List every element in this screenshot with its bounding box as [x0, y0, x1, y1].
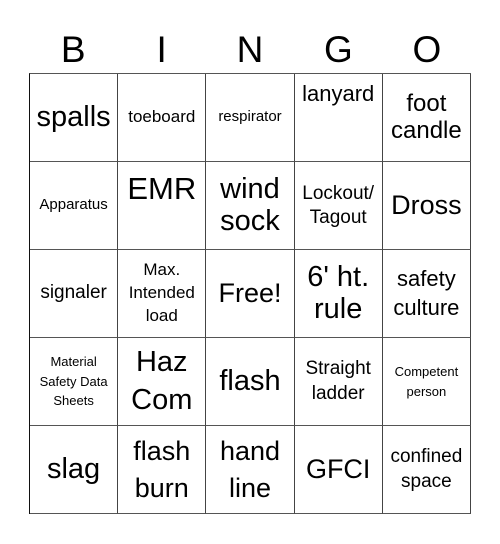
cell-text: lanyard [302, 81, 375, 106]
bingo-cell[interactable]: Max. Intended load [118, 250, 207, 338]
cell-text: safety culture [393, 265, 460, 320]
bingo-cell[interactable]: EMR [118, 162, 207, 250]
bingo-cell[interactable]: signaler [30, 250, 119, 338]
cell-text: flash [219, 364, 281, 397]
bingo-cell[interactable]: slag [30, 426, 119, 514]
cell-text: Competent person [394, 364, 459, 399]
bingo-cell[interactable]: 6' ht. rule [294, 250, 383, 338]
cell-text: confined space [390, 445, 463, 492]
cell-text: EMR [127, 171, 197, 206]
cell-text: toeboard [128, 107, 196, 127]
header-letter-o: O [412, 29, 442, 70]
cell-text: Max. Intended load [128, 260, 195, 325]
bingo-cell[interactable]: lanyard [294, 74, 383, 162]
bingo-cell[interactable]: flash burn [118, 426, 207, 514]
bingo-cell[interactable]: foot candle [382, 74, 471, 162]
cell-text: spalls [36, 100, 111, 133]
cell-text: hand line [219, 436, 281, 503]
bingo-cell[interactable]: hand line [206, 426, 295, 514]
bingo-cell[interactable]: Lockout/ Tagout [294, 162, 383, 250]
bingo-cell[interactable]: Straight ladder [294, 338, 383, 426]
cell-text: Free! [218, 277, 282, 308]
cell-text: foot candle [391, 90, 462, 144]
cell-text: wind sock [220, 172, 280, 237]
bingo-cell[interactable]: spalls [30, 74, 119, 162]
bingo-cell[interactable]: wind sock [206, 162, 295, 250]
cell-text: 6' ht. rule [307, 260, 370, 325]
bingo-cell[interactable]: respirator [206, 74, 295, 162]
cell-text: Dross [391, 189, 462, 220]
cell-text: Lockout/ Tagout [302, 182, 375, 228]
bingo-cell[interactable]: flash [206, 338, 295, 426]
bingo-cell[interactable]: Material Safety Data Sheets [30, 338, 119, 426]
cell-text: Haz Com [131, 345, 193, 416]
cell-text: Apparatus [39, 196, 108, 214]
cell-text: signaler [40, 282, 107, 304]
cell-text: flash burn [133, 436, 191, 503]
cell-text: slag [46, 452, 101, 485]
bingo-cell[interactable]: Free! [206, 250, 295, 338]
bingo-cell[interactable]: Dross [382, 162, 471, 250]
bingo-cell[interactable]: Haz Com [118, 338, 207, 426]
bingo-header: B I N G O [29, 28, 471, 72]
header-letter-b: B [60, 29, 86, 70]
cell-text: respirator [218, 108, 282, 126]
bingo-cell[interactable]: safety culture [382, 250, 471, 338]
cell-text: Straight ladder [305, 357, 371, 404]
bingo-grid: spalls toeboard respirator lanyard foot … [29, 73, 471, 514]
cell-text: Material Safety Data Sheets [39, 354, 108, 409]
header-letter-g: G [324, 29, 353, 70]
bingo-cell[interactable]: toeboard [118, 74, 207, 162]
header-letter-n: N [236, 29, 264, 70]
cell-text: GFCI [305, 453, 371, 484]
bingo-cell[interactable]: confined space [382, 426, 471, 514]
header-letter-i: I [156, 29, 167, 70]
bingo-cell[interactable]: Apparatus [30, 162, 119, 250]
bingo-cell[interactable]: GFCI [294, 426, 383, 514]
bingo-cell[interactable]: Competent person [382, 338, 471, 426]
